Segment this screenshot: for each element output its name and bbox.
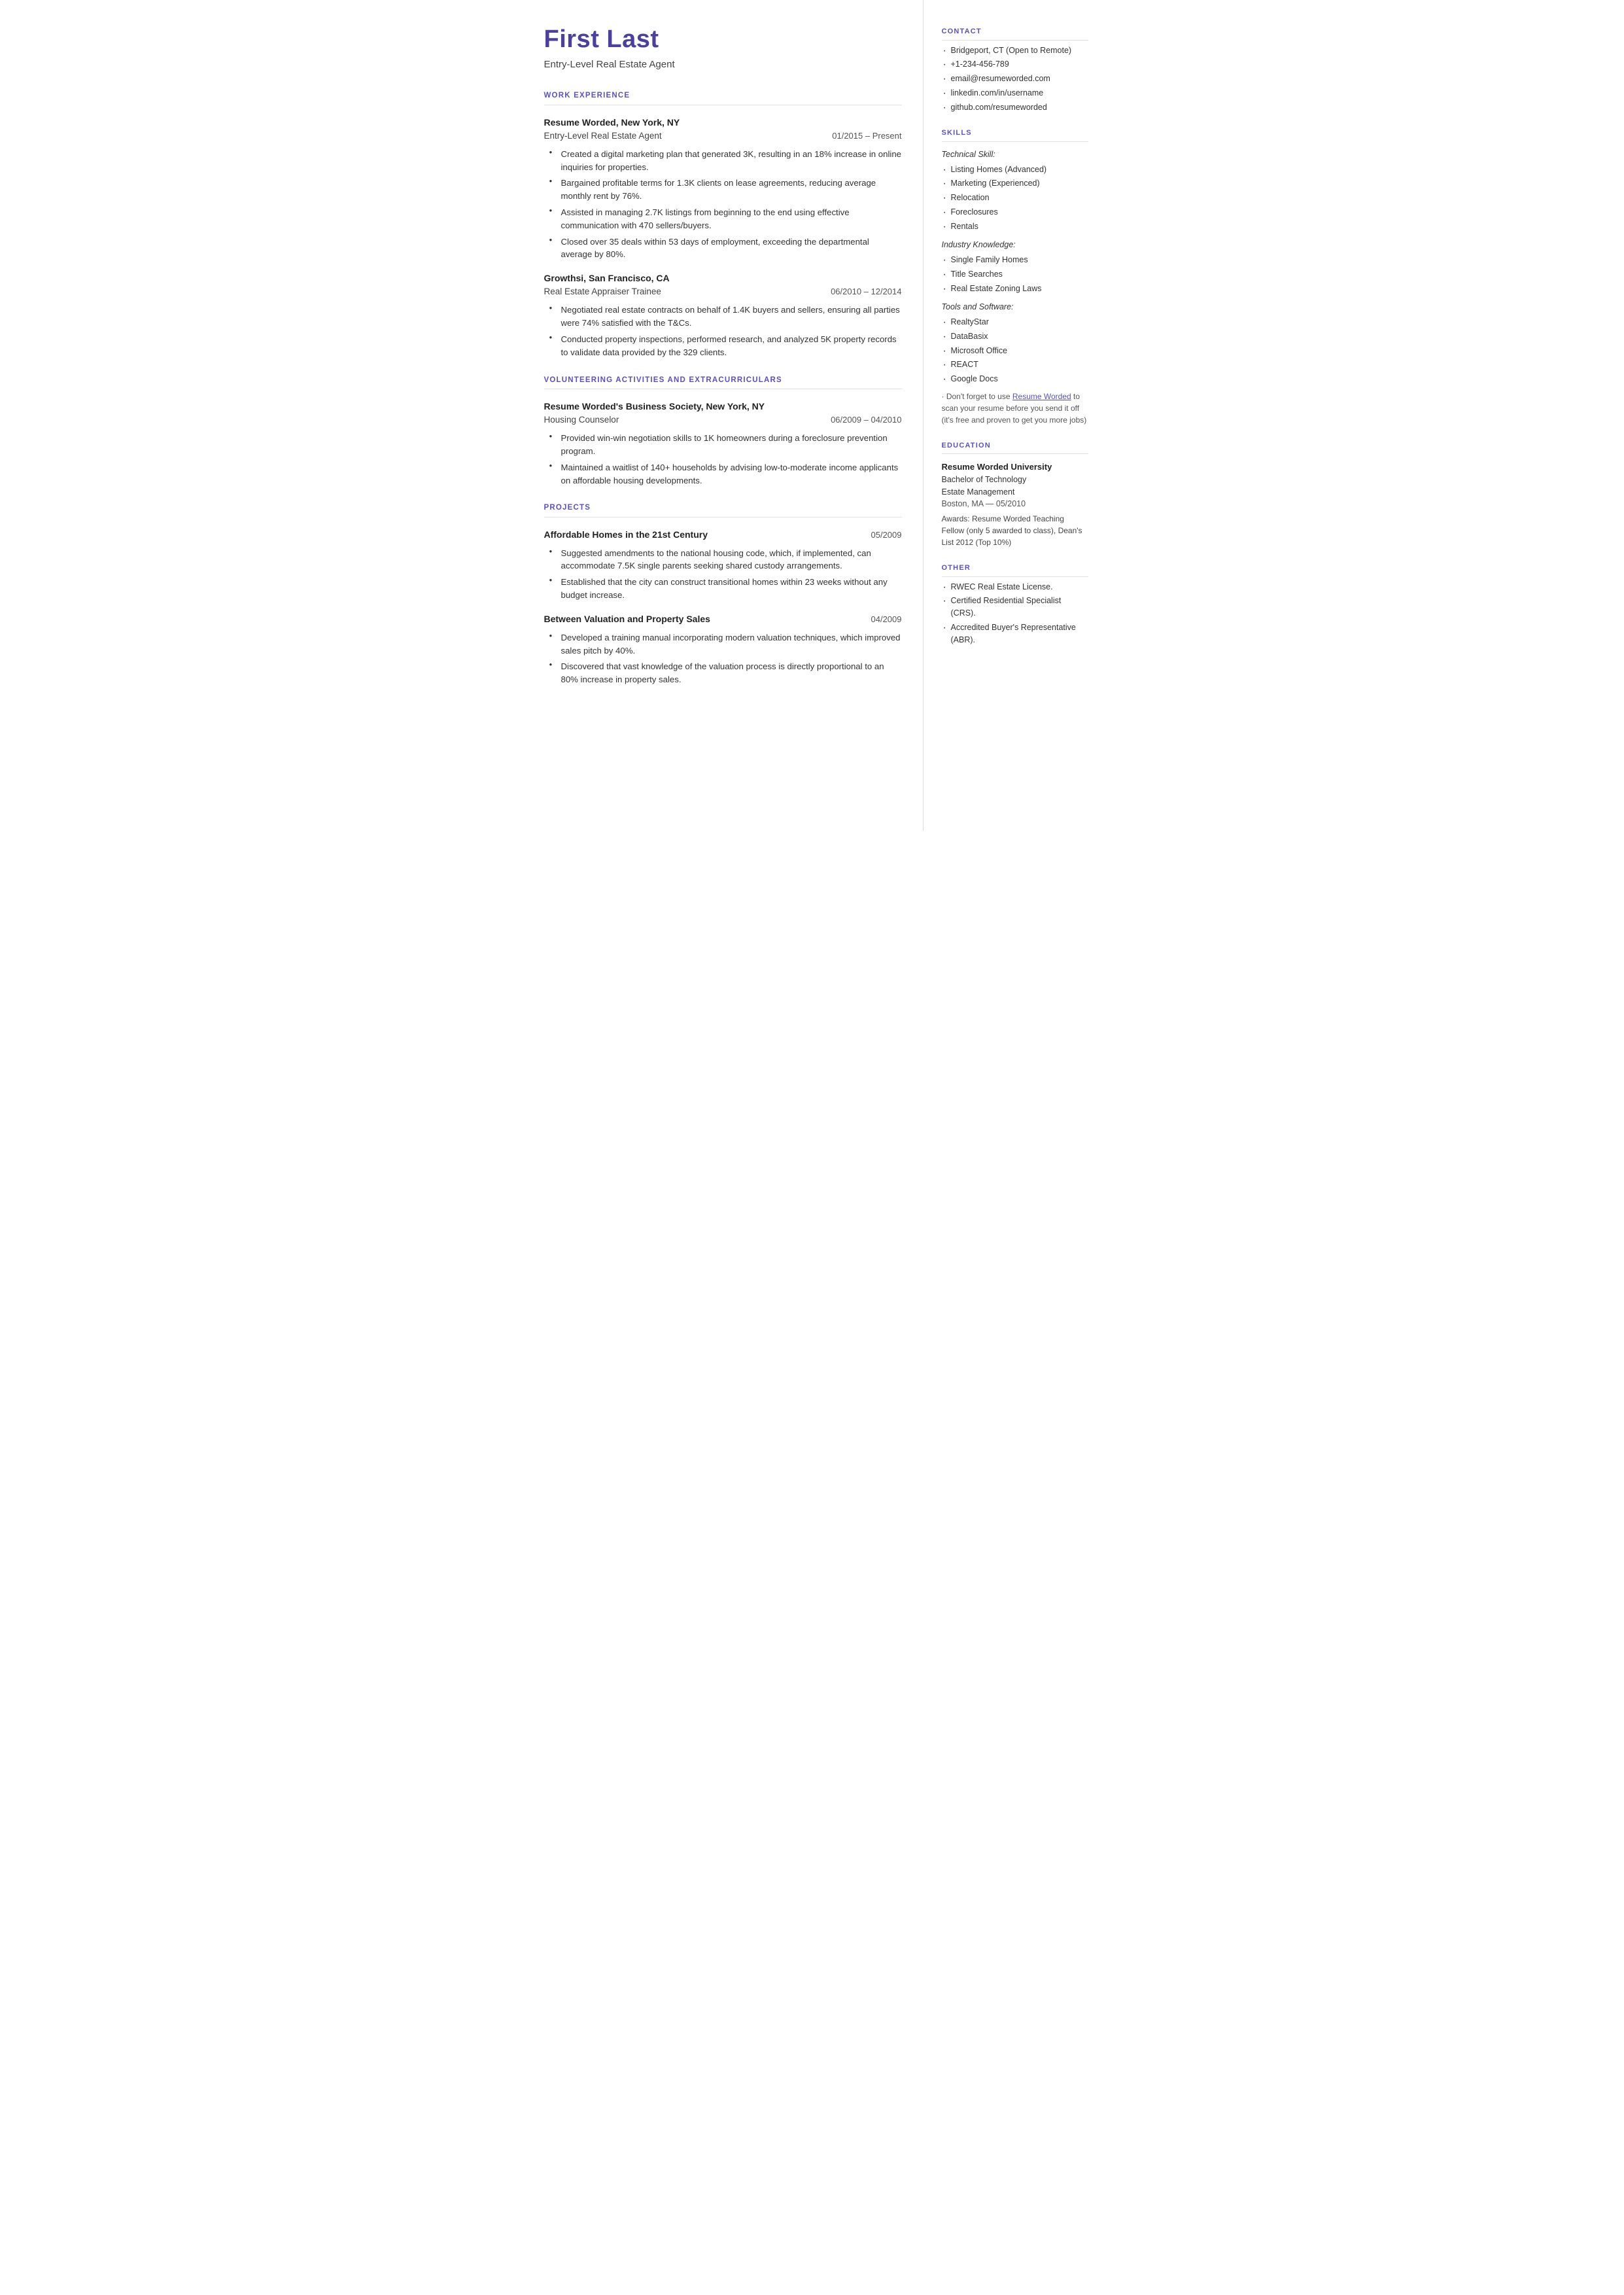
work-experience-section-title: WORK EXPERIENCE — [544, 90, 902, 105]
volunteering-section-title: VOLUNTEERING ACTIVITIES AND EXTRACURRICU… — [544, 375, 902, 389]
list-item: REACT — [942, 359, 1088, 371]
industry-skills-list: Single Family Homes Title Searches Real … — [942, 254, 1088, 294]
left-column: First Last Entry-Level Real Estate Agent… — [518, 0, 924, 831]
job-1-title: Entry-Level Real Estate Agent — [544, 130, 662, 143]
job-1-bullets: Created a digital marketing plan that ge… — [549, 148, 902, 261]
vol-1-company: Resume Worded's Business Society, New Yo… — [544, 400, 902, 413]
tools-list: RealtyStar DataBasix Microsoft Office RE… — [942, 316, 1088, 385]
list-item: Title Searches — [942, 268, 1088, 281]
job-2-company: Growthsi, San Francisco, CA — [544, 272, 902, 285]
other-list: RWEC Real Estate License. Certified Resi… — [942, 581, 1088, 646]
list-item: Maintained a waitlist of 140+ households… — [549, 461, 902, 487]
project-2-header: Between Valuation and Property Sales 04/… — [544, 612, 902, 626]
project-1-title: Affordable Homes in the 21st Century — [544, 528, 708, 542]
list-item: Developed a training manual incorporatin… — [549, 631, 902, 657]
job-2-header: Growthsi, San Francisco, CA Real Estate … — [544, 272, 902, 298]
job-1-meta: Entry-Level Real Estate Agent 01/2015 – … — [544, 130, 902, 143]
education-block: Resume Worded University Bachelor of Tec… — [942, 461, 1088, 548]
vol-1-bullets: Provided win-win negotiation skills to 1… — [549, 432, 902, 487]
right-column: CONTACT Bridgeport, CT (Open to Remote) … — [924, 0, 1107, 831]
list-item: RealtyStar — [942, 316, 1088, 328]
list-item: Provided win-win negotiation skills to 1… — [549, 432, 902, 458]
job-2-title: Real Estate Appraiser Trainee — [544, 285, 661, 298]
edu-degree: Bachelor of Technology — [942, 474, 1088, 486]
contact-section-title: CONTACT — [942, 26, 1088, 41]
project-1-date: 05/2009 — [871, 529, 902, 542]
list-item: Accredited Buyer's Representative (ABR). — [942, 622, 1088, 646]
contact-section: CONTACT Bridgeport, CT (Open to Remote) … — [942, 26, 1088, 113]
list-item: Conducted property inspections, performe… — [549, 333, 902, 359]
list-item: Negotiated real estate contracts on beha… — [549, 304, 902, 330]
list-item: Closed over 35 deals within 53 days of e… — [549, 236, 902, 262]
list-item: linkedin.com/in/username — [942, 87, 1088, 99]
list-item: RWEC Real Estate License. — [942, 581, 1088, 593]
edu-location: Boston, MA — 05/2010 — [942, 498, 1088, 510]
promo-text: · Don't forget to use Resume Worded to s… — [942, 391, 1088, 426]
vol-1-header: Resume Worded's Business Society, New Yo… — [544, 400, 902, 427]
education-section: EDUCATION Resume Worded University Bache… — [942, 440, 1088, 548]
list-item: Suggested amendments to the national hou… — [549, 547, 902, 573]
list-item: email@resumeworded.com — [942, 73, 1088, 85]
job-1-company: Resume Worded, New York, NY — [544, 116, 902, 130]
list-item: Google Docs — [942, 373, 1088, 385]
vol-1-dates: 06/2009 – 04/2010 — [831, 413, 901, 427]
technical-skill-label: Technical Skill: — [942, 149, 1088, 161]
edu-awards: Awards: Resume Worded Teaching Fellow (o… — [942, 513, 1088, 548]
list-item: Relocation — [942, 192, 1088, 204]
list-item: Microsoft Office — [942, 345, 1088, 357]
contact-list: Bridgeport, CT (Open to Remote) +1-234-4… — [942, 44, 1088, 114]
project-2-title: Between Valuation and Property Sales — [544, 612, 710, 626]
education-section-title: EDUCATION — [942, 440, 1088, 455]
list-item: Real Estate Zoning Laws — [942, 283, 1088, 295]
list-item: DataBasix — [942, 330, 1088, 343]
list-item: Certified Residential Specialist (CRS). — [942, 595, 1088, 620]
resume-page: First Last Entry-Level Real Estate Agent… — [518, 0, 1107, 831]
other-section: OTHER RWEC Real Estate License. Certifie… — [942, 563, 1088, 646]
list-item: github.com/resumeworded — [942, 101, 1088, 114]
list-item: Created a digital marketing plan that ge… — [549, 148, 902, 174]
skills-section: SKILLS Technical Skill: Listing Homes (A… — [942, 128, 1088, 426]
job-1-header: Resume Worded, New York, NY Entry-Level … — [544, 116, 902, 143]
list-item: Bridgeport, CT (Open to Remote) — [942, 44, 1088, 57]
edu-school: Resume Worded University — [942, 461, 1088, 474]
list-item: Marketing (Experienced) — [942, 177, 1088, 190]
job-2-meta: Real Estate Appraiser Trainee 06/2010 – … — [544, 285, 902, 298]
industry-knowledge-label: Industry Knowledge: — [942, 239, 1088, 251]
vol-1-title: Housing Counselor — [544, 413, 619, 427]
technical-skills-list: Listing Homes (Advanced) Marketing (Expe… — [942, 164, 1088, 233]
list-item: Discovered that vast knowledge of the va… — [549, 660, 902, 686]
project-2-bullets: Developed a training manual incorporatin… — [549, 631, 902, 686]
edu-field: Estate Management — [942, 486, 1088, 499]
list-item: Single Family Homes — [942, 254, 1088, 266]
job-2-dates: 06/2010 – 12/2014 — [831, 285, 901, 298]
project-2-date: 04/2009 — [871, 613, 902, 626]
project-1-meta: Affordable Homes in the 21st Century 05/… — [544, 528, 902, 542]
list-item: Established that the city can construct … — [549, 576, 902, 602]
list-item: +1-234-456-789 — [942, 58, 1088, 71]
job-1-dates: 01/2015 – Present — [832, 130, 901, 143]
resume-worded-link[interactable]: Resume Worded — [1012, 392, 1071, 401]
projects-section-title: PROJECTS — [544, 502, 902, 517]
list-item: Assisted in managing 2.7K listings from … — [549, 206, 902, 232]
project-1-bullets: Suggested amendments to the national hou… — [549, 547, 902, 602]
list-item: Rentals — [942, 220, 1088, 233]
project-1-header: Affordable Homes in the 21st Century 05/… — [544, 528, 902, 542]
list-item: Foreclosures — [942, 206, 1088, 219]
list-item: Bargained profitable terms for 1.3K clie… — [549, 177, 902, 203]
other-section-title: OTHER — [942, 563, 1088, 577]
candidate-name: First Last — [544, 26, 902, 54]
tools-label: Tools and Software: — [942, 301, 1088, 313]
job-2-bullets: Negotiated real estate contracts on beha… — [549, 304, 902, 359]
vol-1-meta: Housing Counselor 06/2009 – 04/2010 — [544, 413, 902, 427]
candidate-subtitle: Entry-Level Real Estate Agent — [544, 58, 902, 73]
skills-section-title: SKILLS — [942, 128, 1088, 142]
project-2-meta: Between Valuation and Property Sales 04/… — [544, 612, 902, 626]
list-item: Listing Homes (Advanced) — [942, 164, 1088, 176]
